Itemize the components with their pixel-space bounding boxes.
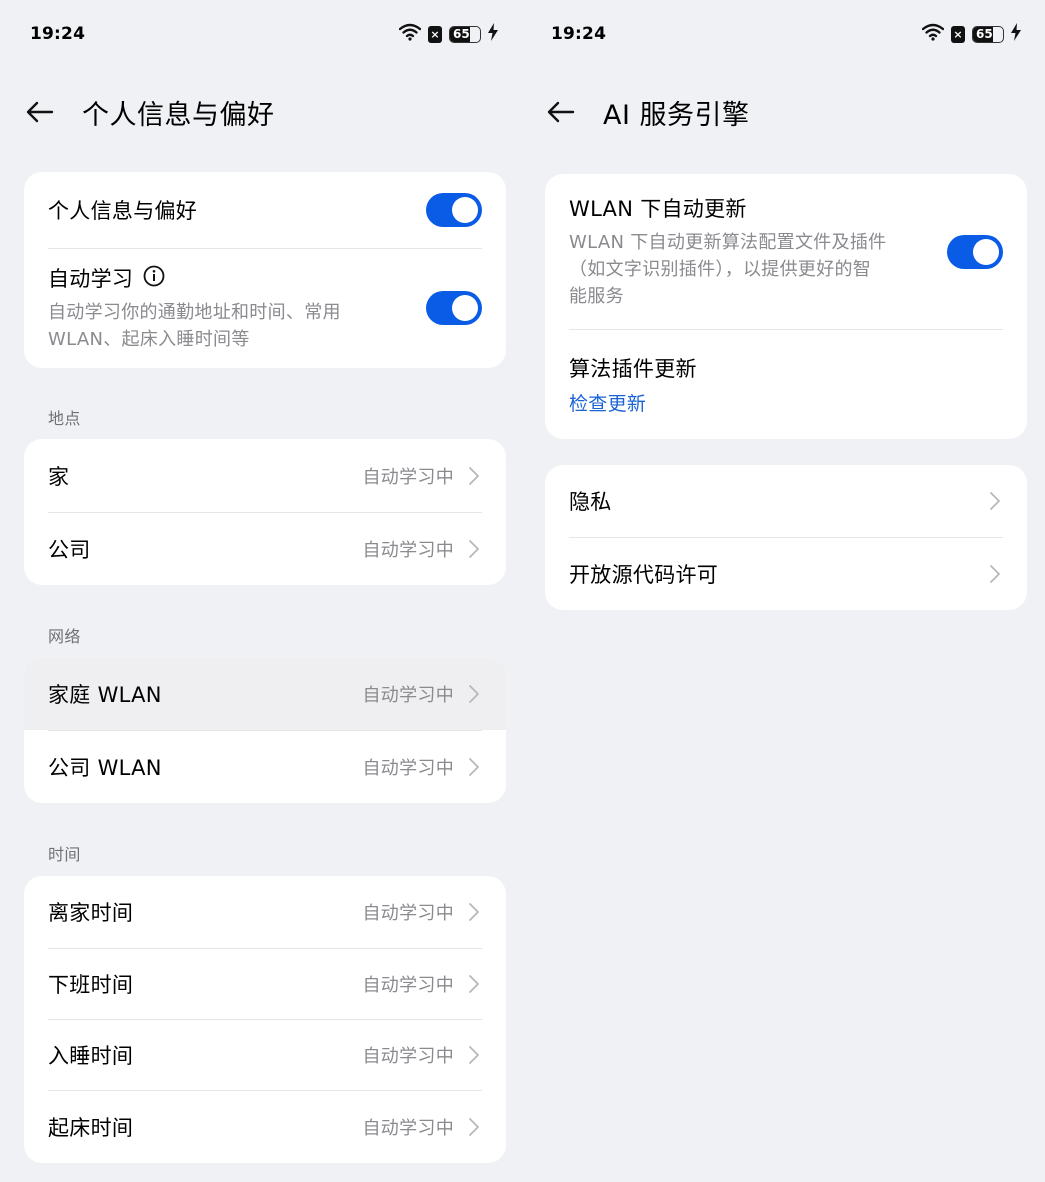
preferences-card: 个人信息与偏好 自动学习 自动学习你的通勤地址和时间、常用 WLAN、起床入睡时… — [24, 172, 506, 368]
desc-line-1: WLAN 下自动更新算法配置文件及插件 — [569, 232, 887, 253]
battery-level: 65 — [976, 27, 993, 41]
personal-info-toggle-row[interactable]: 个人信息与偏好 — [24, 172, 506, 248]
row-value: 自动学习中 — [362, 539, 454, 561]
status-time: 19:24 — [551, 24, 607, 44]
row-label: WLAN 下自动更新 — [569, 197, 747, 221]
list-item-sleep-time[interactable]: 入睡时间 自动学习中 — [24, 1019, 506, 1090]
chevron-right-icon — [989, 563, 1003, 585]
page-title: 个人信息与偏好 — [82, 99, 275, 131]
list-item-leave-home-time[interactable]: 离家时间 自动学习中 — [24, 876, 506, 948]
row-value: 自动学习中 — [362, 903, 454, 924]
links-card: 隐私 开放源代码许可 — [545, 465, 1027, 610]
row-label: 入睡时间 — [48, 1043, 134, 1068]
row-label: 起床时间 — [48, 1115, 134, 1140]
sim-x-icon: × — [428, 25, 442, 43]
page-title: AI 服务引擎 — [603, 99, 750, 131]
list-item-open-source-license[interactable]: 开放源代码许可 — [545, 537, 1027, 610]
list-item-off-work-time[interactable]: 下班时间 自动学习中 — [24, 948, 506, 1019]
row-label: 个人信息与偏好 — [48, 199, 198, 223]
arrow-left-icon[interactable] — [26, 97, 56, 127]
info-icon[interactable] — [143, 265, 165, 291]
chevron-right-icon — [468, 538, 482, 560]
row-label: 隐私 — [569, 490, 612, 514]
desc-line-3: 能服务 — [569, 286, 624, 307]
status-bar: 19:24 × 65 — [30, 22, 498, 46]
list-item-home[interactable]: 家 自动学习中 — [24, 439, 506, 512]
chevron-right-icon — [989, 490, 1003, 512]
status-icons: × 65 — [398, 23, 498, 45]
ai-service-engine-screen: 19:24 × 65 AI 服务引擎 WLAN 下自动更新 WLAN 下自动更新… — [522, 0, 1045, 1182]
row-label: 家 — [48, 464, 70, 489]
chevron-right-icon — [468, 1044, 482, 1066]
row-label: 家庭 WLAN — [48, 683, 162, 707]
chevron-right-icon — [468, 683, 482, 705]
status-time: 19:24 — [30, 24, 86, 44]
personal-info-toggle[interactable] — [426, 193, 482, 227]
chevron-right-icon — [468, 1116, 482, 1138]
list-item-company-wlan[interactable]: 公司 WLAN 自动学习中 — [24, 730, 506, 803]
desc-line-2: WLAN、起床入睡时间等 — [48, 329, 250, 350]
algorithm-plugin-update-row: 算法插件更新 检查更新 — [545, 329, 1027, 439]
personal-info-screen: 19:24 × 65 个人信息与偏好 个人信息与偏好 自动学习 自动学习你的通勤… — [0, 0, 522, 1182]
section-label-time: 时间 — [48, 845, 81, 864]
status-icons: × 65 — [921, 23, 1021, 45]
row-label: 公司 — [48, 537, 91, 562]
wifi-icon — [921, 23, 945, 45]
desc-line-1: 自动学习你的通勤地址和时间、常用 — [48, 302, 341, 323]
arrow-left-icon[interactable] — [547, 97, 577, 127]
row-label: 算法插件更新 — [569, 356, 697, 381]
location-card: 家 自动学习中 公司 自动学习中 — [24, 439, 506, 585]
wlan-auto-update-description: WLAN 下自动更新算法配置文件及插件 （如文字识别插件），以提供更好的智 能服… — [569, 229, 886, 310]
row-label: 开放源代码许可 — [569, 562, 719, 587]
battery-level: 65 — [453, 27, 470, 41]
auto-learn-toggle[interactable] — [426, 291, 482, 325]
row-value: 自动学习中 — [362, 757, 454, 779]
row-value: 自动学习中 — [362, 1117, 454, 1139]
page-header: AI 服务引擎 — [547, 90, 750, 134]
list-item-company[interactable]: 公司 自动学习中 — [24, 512, 506, 585]
list-item-home-wlan[interactable]: 家庭 WLAN 自动学习中 — [24, 658, 506, 730]
chevron-right-icon — [468, 973, 482, 995]
row-label: 离家时间 — [48, 901, 134, 925]
list-item-wake-time[interactable]: 起床时间 自动学习中 — [24, 1090, 506, 1163]
battery-icon: 65 — [972, 25, 1004, 43]
section-label-location: 地点 — [48, 409, 81, 428]
row-value: 自动学习中 — [362, 466, 454, 488]
wlan-auto-update-toggle[interactable] — [947, 234, 1003, 269]
auto-learn-row[interactable]: 自动学习 自动学习你的通勤地址和时间、常用 WLAN、起床入睡时间等 — [24, 248, 506, 368]
chevron-right-icon — [468, 756, 482, 778]
row-label: 下班时间 — [48, 972, 134, 997]
battery-icon: 65 — [449, 25, 481, 43]
status-bar: 19:24 × 65 — [551, 22, 1021, 46]
charging-bolt-icon — [1011, 23, 1021, 45]
network-card: 家庭 WLAN 自动学习中 公司 WLAN 自动学习中 — [24, 658, 506, 803]
list-item-privacy[interactable]: 隐私 — [545, 465, 1027, 537]
section-label-network: 网络 — [48, 627, 81, 646]
chevron-right-icon — [468, 901, 482, 923]
desc-line-2: （如文字识别插件），以提供更好的智 — [569, 259, 872, 280]
row-value: 自动学习中 — [362, 1045, 454, 1067]
wlan-auto-update-row[interactable]: WLAN 下自动更新 WLAN 下自动更新算法配置文件及插件 （如文字识别插件）… — [545, 174, 1027, 329]
check-update-link[interactable]: 检查更新 — [569, 389, 697, 416]
row-label: 公司 WLAN — [48, 755, 162, 780]
chevron-right-icon — [468, 465, 482, 487]
time-card: 离家时间 自动学习中 下班时间 自动学习中 入睡时间 自动学习中 起床时间 自动… — [24, 876, 506, 1163]
row-value: 自动学习中 — [362, 974, 454, 996]
charging-bolt-icon — [488, 23, 498, 45]
row-value: 自动学习中 — [362, 685, 454, 706]
wifi-icon — [398, 23, 422, 45]
sim-x-icon: × — [951, 25, 965, 43]
page-header: 个人信息与偏好 — [26, 90, 275, 134]
auto-learn-description: 自动学习你的通勤地址和时间、常用 WLAN、起床入睡时间等 — [48, 299, 341, 353]
update-card: WLAN 下自动更新 WLAN 下自动更新算法配置文件及插件 （如文字识别插件）… — [545, 174, 1027, 439]
row-label: 自动学习 — [48, 267, 134, 291]
